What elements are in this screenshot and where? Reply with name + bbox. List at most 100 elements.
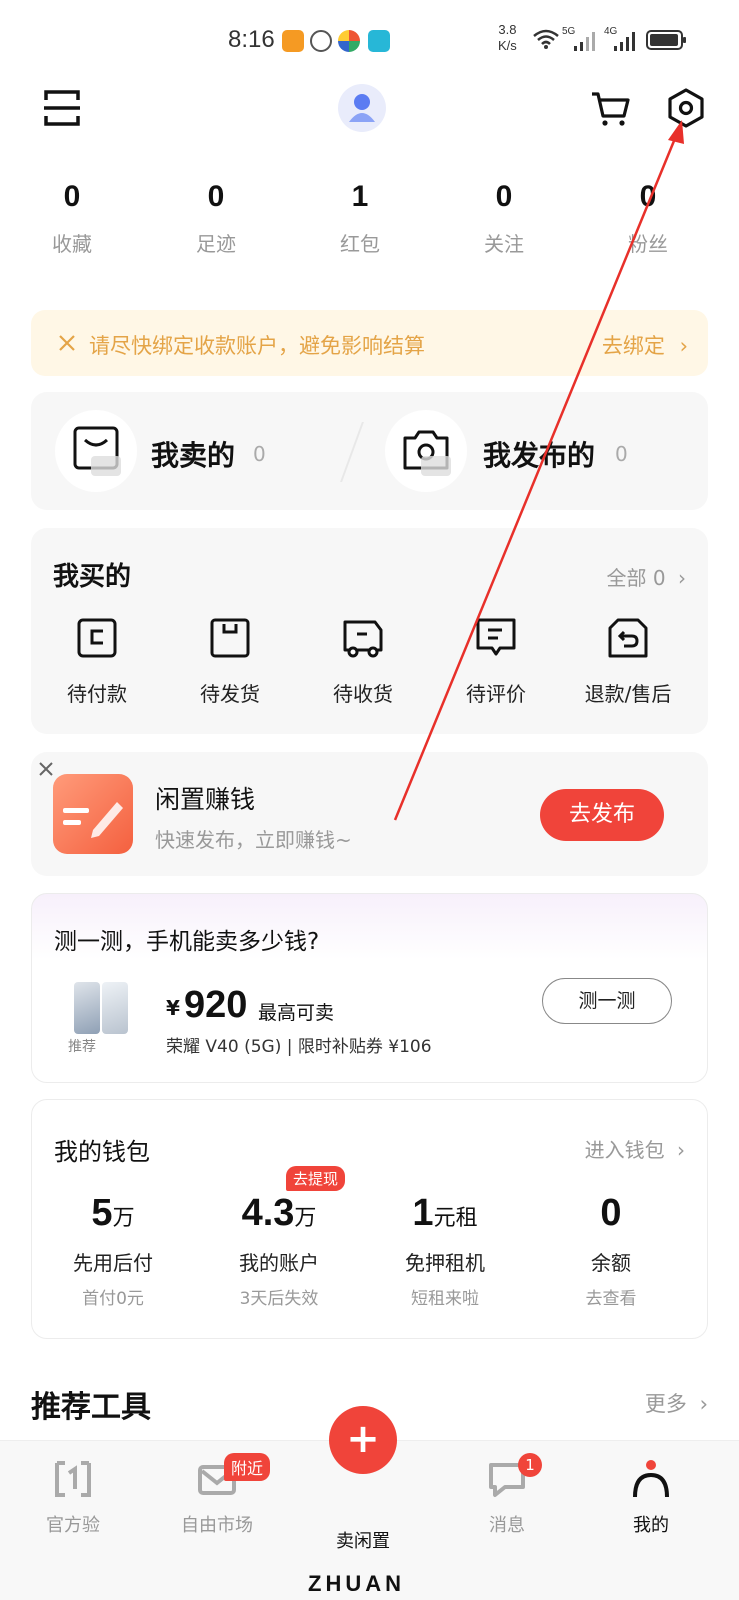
wallet-card: 我的钱包 进入钱包 › 5万 先用后付 首付0元 去提现 4.3万 我的账户 3… [31, 1099, 708, 1339]
order-pending-receipt[interactable]: 待收货 [298, 616, 428, 707]
phone-model: 荣耀 V40 (5G) | 限时补贴券 ¥106 [166, 1037, 432, 1057]
order-label: 待收货 [333, 682, 393, 706]
bind-link[interactable]: 去绑定 › [602, 330, 688, 360]
battery-icon [646, 30, 686, 50]
wallet-label: 先用后付 [73, 1251, 153, 1275]
package-icon [210, 618, 250, 658]
orders-title: 我买的 [53, 562, 132, 592]
tab-market[interactable]: 附近 自由市场 [162, 1453, 272, 1537]
wallet-bnpl[interactable]: 5万 先用后付 首付0元 [38, 1192, 188, 1309]
tab-mine[interactable]: 我的 [596, 1459, 706, 1537]
tab-label: 消息 [489, 1515, 525, 1536]
scan-icon[interactable] [40, 86, 84, 130]
stat-value: 1 [351, 180, 369, 213]
avatar[interactable] [338, 84, 386, 132]
orders-card: 我买的 全部 0 › 待付款 待发货 待收货 待评价 退款/售后 [31, 528, 708, 734]
order-label: 退款/售后 [584, 682, 672, 706]
stat-history[interactable]: 0 足迹 [156, 180, 276, 257]
stat-value: 0 [495, 180, 513, 213]
bind-link-label: 去绑定 [601, 334, 665, 358]
wallet-balance[interactable]: 0 余额 去查看 [536, 1192, 686, 1309]
idle-earn-card[interactable]: 闲置赚钱 快速发布，立即赚钱~ 去发布 [31, 752, 708, 876]
wallet-value: 0 [600, 1192, 622, 1234]
book-app-icon [368, 30, 390, 52]
wallet-label: 余额 [591, 1251, 631, 1275]
order-label: 待付款 [67, 682, 127, 706]
stat-value: 0 [639, 180, 657, 213]
recommend-tag: 推荐 [68, 1039, 96, 1055]
tab-label: 自由市场 [181, 1515, 253, 1536]
video-app-icon [282, 30, 304, 52]
order-refund[interactable]: 退款/售后 [563, 616, 693, 707]
wallet-unit: 万 [294, 1206, 317, 1231]
published-item[interactable] [385, 410, 467, 492]
tab-official-check[interactable]: 官方验 [18, 1459, 128, 1537]
user-avatar-icon [349, 94, 375, 122]
shopping-bag-icon [73, 426, 121, 476]
stat-fans[interactable]: 0 粉丝 [588, 180, 708, 257]
camera-icon [403, 430, 451, 476]
published-label[interactable]: 我发布的 [483, 434, 595, 474]
order-pending-shipment[interactable]: 待发货 [165, 616, 295, 707]
tab-label: 官方验 [46, 1515, 100, 1536]
wallet-label: 免押租机 [405, 1251, 485, 1275]
enter-wallet-link[interactable]: 进入钱包 › [585, 1134, 685, 1163]
sold-count: 0 [253, 442, 266, 466]
wallet-unit: 万 [112, 1206, 135, 1231]
order-pending-payment[interactable]: 待付款 [32, 616, 162, 707]
chevron-right-icon: › [678, 566, 686, 590]
status-bar: 8:16 3.8 K/s 5G 4G [0, 0, 739, 80]
cart-icon[interactable] [588, 86, 632, 130]
nearby-badge: 附近 [224, 1453, 271, 1481]
edit-note-icon [53, 774, 133, 854]
settings-icon[interactable] [664, 86, 708, 130]
pencil-icon [63, 802, 123, 838]
sold-item[interactable] [55, 410, 137, 492]
close-icon[interactable] [57, 333, 77, 353]
stat-value: 0 [63, 180, 81, 213]
stat-label: 红包 [340, 232, 380, 256]
net-speed-unit: K/s [498, 38, 517, 53]
withdraw-badge[interactable]: 去提现 [286, 1166, 346, 1191]
wallet-rent[interactable]: 1元租 免押租机 短租来啦 [370, 1192, 520, 1309]
sold-label[interactable]: 我卖的 [151, 434, 235, 474]
phone-estimate-card: 测一测，手机能卖多少钱? 推荐 ¥ 920 最高可卖 荣耀 V40 (5G) |… [31, 893, 708, 1083]
camera-app-icon [338, 30, 360, 52]
tools-more-link[interactable]: 更多 › [645, 1388, 708, 1418]
published-count: 0 [615, 442, 628, 466]
profile-icon [633, 1460, 669, 1498]
tab-messages[interactable]: 1 消息 [452, 1453, 562, 1537]
estimate-price: 920 [184, 984, 248, 1026]
enter-wallet-label: 进入钱包 [584, 1138, 665, 1162]
tools-title: 推荐工具 [31, 1390, 151, 1425]
wallet-sub: 3天后失效 [239, 1289, 319, 1309]
stats-row: 0 收藏 0 足迹 1 红包 0 关注 0 粉丝 [0, 180, 739, 270]
sell-idle-button[interactable]: + [329, 1406, 397, 1474]
status-time: 8:16 [228, 26, 275, 53]
signal-bars-icon [574, 32, 595, 51]
plus-icon: + [346, 1416, 380, 1462]
stat-favorites[interactable]: 0 收藏 [12, 180, 132, 257]
divider [340, 422, 364, 482]
publish-button[interactable]: 去发布 [540, 789, 664, 841]
order-label: 待评价 [466, 682, 526, 706]
chevron-right-icon: › [677, 1138, 685, 1162]
estimate-button[interactable]: 测一测 [542, 978, 672, 1024]
phone-image: 推荐 [68, 982, 132, 1056]
stat-label: 收藏 [52, 232, 92, 256]
currency-symbol: ¥ [166, 996, 180, 1020]
orders-all-link[interactable]: 全部 0 › [607, 562, 686, 591]
order-label: 待发货 [200, 682, 260, 706]
bind-account-notice[interactable]: 请尽快绑定收款账户，避免影响结算 去绑定 › [31, 310, 708, 376]
official-check-icon [55, 1461, 91, 1497]
brand-logo: ZHUAN [308, 1571, 405, 1596]
stat-red-packets[interactable]: 1 红包 [300, 180, 420, 257]
wallet-label: 我的账户 [239, 1251, 319, 1275]
promo-subtitle: 快速发布，立即赚钱~ [155, 828, 352, 852]
wallet-account[interactable]: 去提现 4.3万 我的账户 3天后失效 [204, 1166, 354, 1309]
order-pending-review[interactable]: 待评价 [431, 616, 561, 707]
comment-icon [476, 618, 516, 656]
stat-following[interactable]: 0 关注 [444, 180, 564, 257]
tab-label: 我的 [633, 1515, 669, 1536]
tab-sell-idle[interactable]: 卖闲置 [308, 1527, 418, 1553]
